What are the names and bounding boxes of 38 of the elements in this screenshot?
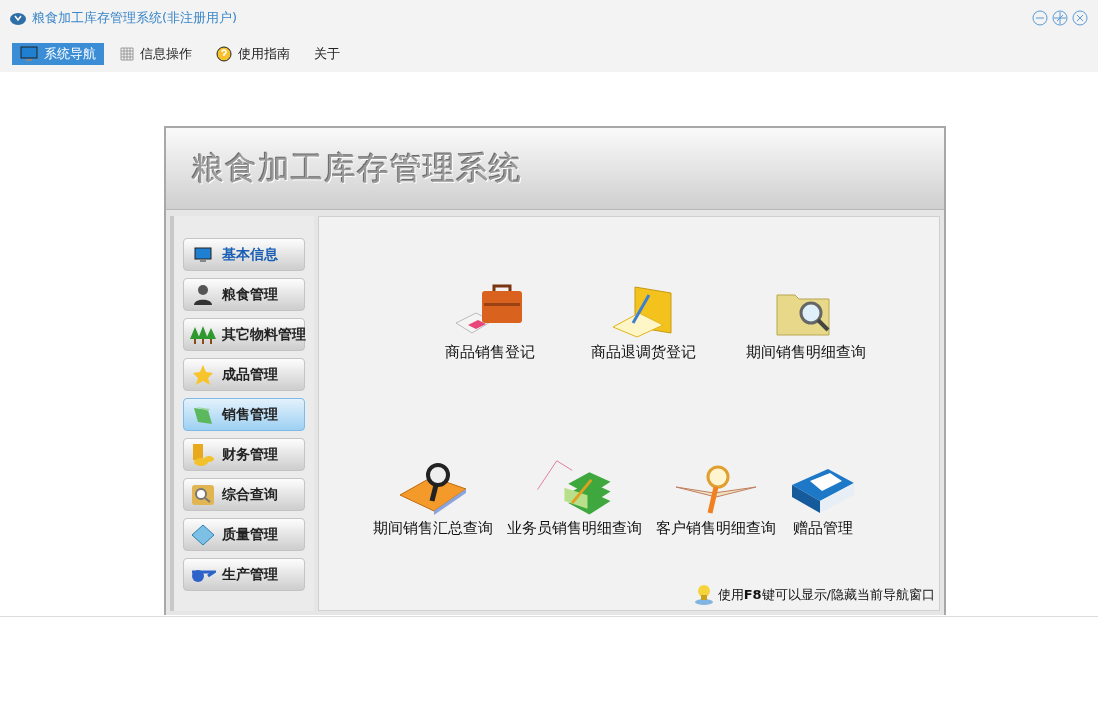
star-icon [192,363,214,386]
app-logo-icon [10,11,26,25]
maximize-icon[interactable] [1052,10,1068,26]
monitor-icon [194,246,212,263]
nav-button[interactable]: 销售管理 [183,398,305,431]
nav-button[interactable]: 其它物料管理 [183,318,305,351]
function-link[interactable]: 赠品管理 [793,516,853,539]
nav-button[interactable]: 粮食管理 [183,278,305,311]
hint-text: 使用F8键可以显示/隐藏当前导航窗口 [717,586,935,605]
menu-tab[interactable]: 使用指南 [208,43,298,65]
close-icon[interactable] [1072,10,1088,26]
open-book-magnifier-icon [674,464,758,515]
monitor-icon [20,46,38,62]
books-magnifier-icon [398,460,468,515]
help-icon [216,46,232,62]
trees-icon [190,324,216,345]
nav-button[interactable]: 综合查询 [183,478,305,511]
nav-button[interactable]: 基本信息 [183,238,305,271]
nav-button[interactable]: 成品管理 [183,358,305,391]
minimize-icon[interactable] [1032,10,1048,26]
magnifier-icon [191,483,215,506]
function-link[interactable]: 商品退调货登记 [590,340,696,363]
nav-button[interactable]: 质量管理 [183,518,305,551]
person-icon [193,283,213,306]
system-title: 粮食加工库存管理系统 [192,148,522,189]
function-link[interactable]: 客户销售明细查询 [656,516,776,539]
function-link[interactable]: 期间销售汇总查询 [373,516,493,539]
lightbulb-icon [693,584,714,606]
menu-tab[interactable]: 关于 [306,43,348,65]
folder-icon [192,404,214,425]
function-link[interactable]: 期间销售明细查询 [746,340,866,363]
nav-button[interactable]: 生产管理 [183,558,305,591]
nav-button[interactable]: 财务管理 [183,438,305,471]
window-title: 粮食加工库存管理系统(非注册用户) [32,9,238,28]
grid-icon [120,47,134,61]
function-link[interactable]: 业务员销售明细查询 [507,516,642,539]
menu-tab[interactable]: 信息操作 [112,43,200,65]
function-link[interactable]: 商品销售登记 [445,340,535,363]
